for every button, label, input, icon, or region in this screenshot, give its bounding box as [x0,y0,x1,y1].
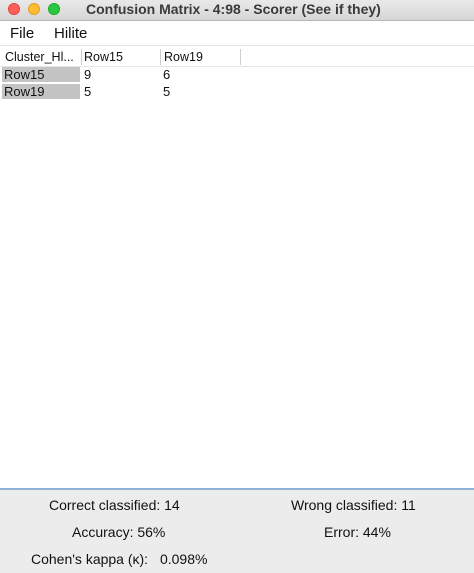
confusion-matrix-table: Cluster_Hl... Row15 Row19 Row15 9 6 Row1… [0,46,474,488]
accuracy-stat: Accuracy: 56% [72,524,166,540]
table-cell[interactable]: 5 [163,84,170,99]
menu-bar: File Hilite [0,21,474,46]
kappa-value: 0.098% [159,551,208,567]
kappa-stat: Cohen's kappa (κ): 0.098% [31,551,207,567]
window-titlebar: Confusion Matrix - 4:98 - Scorer (See if… [0,0,474,21]
correct-classified-stat: Correct classified: 14 [49,497,180,513]
minimize-window-button[interactable] [28,3,40,15]
column-header-row-id[interactable]: Cluster_Hl... [2,49,82,65]
table-cell[interactable]: 5 [84,84,91,99]
menu-file[interactable]: File [10,25,34,42]
kappa-label: Cohen's kappa (κ): [31,551,149,567]
row-header[interactable]: Row19 [2,84,80,99]
window-title: Confusion Matrix - 4:98 - Scorer (See if… [86,1,381,17]
table-cell[interactable]: 6 [163,67,170,82]
menu-hilite[interactable]: Hilite [54,25,87,42]
column-header-row19[interactable]: Row19 [162,49,241,65]
maximize-window-button[interactable] [48,3,60,15]
error-stat: Error: 44% [324,524,391,540]
row-header[interactable]: Row15 [2,67,80,82]
column-header-row15[interactable]: Row15 [82,49,161,65]
table-cell[interactable]: 9 [84,67,91,82]
close-window-button[interactable] [8,3,20,15]
wrong-classified-stat: Wrong classified: 11 [291,497,416,513]
statistics-panel: Correct classified: 14 Wrong classified:… [0,488,474,573]
